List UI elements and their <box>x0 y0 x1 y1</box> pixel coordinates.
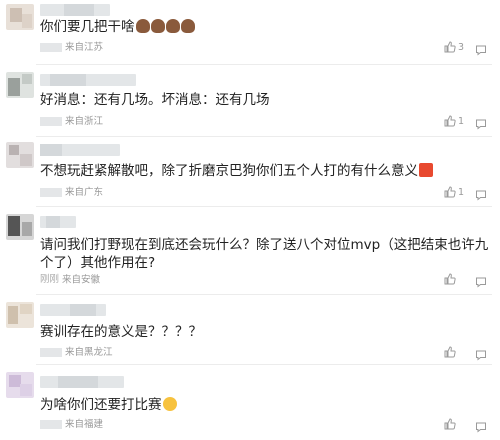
username[interactable] <box>40 144 120 156</box>
location-label: 来自江苏 <box>65 42 104 53</box>
comment-bubble-icon <box>476 119 486 130</box>
time-label <box>40 420 62 429</box>
comment-text: 赛训存在的意义是？？？？ <box>40 324 202 340</box>
thumb-up-icon <box>444 41 456 53</box>
comment-meta: 来自江苏 <box>40 41 103 55</box>
username[interactable] <box>40 74 136 86</box>
comment-text: 好消息：还有几场。坏消息：还有几场 <box>40 92 270 108</box>
poop-emoji-icon <box>165 19 180 33</box>
time-label: 刚刚 <box>40 274 60 285</box>
like-button[interactable]: 3 <box>444 41 466 55</box>
location-label: 来自广东 <box>65 187 104 198</box>
time-label <box>40 43 62 52</box>
like-button[interactable]: 1 <box>444 115 466 129</box>
divider <box>36 136 492 137</box>
gift-emoji-icon <box>419 163 433 177</box>
thumb-up-icon <box>444 273 456 285</box>
comment-meta: 来自广东 <box>40 186 103 200</box>
time-label <box>40 117 62 126</box>
comment-bubble-icon <box>476 190 486 201</box>
comment-bubble-icon <box>476 350 486 361</box>
location-label: 来自黑龙江 <box>65 347 113 358</box>
location-label: 来自安徽 <box>62 274 101 286</box>
like-button[interactable]: 1 <box>444 186 466 200</box>
comment-item: 赛训存在的意义是？？？？ 来自黑龙江 <box>0 298 500 364</box>
username[interactable] <box>40 376 124 388</box>
thumb-up-icon <box>444 186 456 198</box>
username[interactable] <box>40 304 106 316</box>
divider <box>36 294 492 295</box>
comment-item: 好消息：还有几场。坏消息：还有几场 来自浙江 1 <box>0 70 500 140</box>
reply-button[interactable] <box>475 346 489 361</box>
avatar[interactable] <box>6 142 34 168</box>
comment-item: 不想玩赶紧解散吧，除了折磨京巴狗你们五个人打的有什么意义 来自广东 1 <box>0 140 500 206</box>
divider <box>36 364 492 365</box>
poop-emoji-icon <box>135 19 150 33</box>
like-button[interactable] <box>444 273 466 287</box>
comment-bubble-icon <box>476 277 486 288</box>
comment-meta: 来自福建 <box>40 418 103 432</box>
comment-text-line2: 个了）其他作用在? <box>40 255 156 271</box>
reply-button[interactable] <box>475 41 489 56</box>
avatar[interactable] <box>6 4 34 30</box>
comment-meta: 来自黑龙江 <box>40 346 113 360</box>
comment-meta: 刚刚 来自安徽 <box>40 273 100 287</box>
divider <box>36 64 492 65</box>
comment-item: 你们要几把干啥 来自江苏 3 <box>0 0 500 70</box>
like-count: 1 <box>458 187 465 198</box>
thumb-up-icon <box>444 115 456 127</box>
username[interactable] <box>40 4 110 16</box>
comment-bubble-icon <box>476 45 486 56</box>
comment-text: 不想玩赶紧解散吧，除了折磨京巴狗你们五个人打的有什么意义 <box>40 161 433 182</box>
time-label <box>40 348 62 357</box>
like-count: 3 <box>458 42 465 53</box>
comment-bubble-icon <box>476 422 486 433</box>
location-label: 来自福建 <box>65 419 104 430</box>
comment-item: 请问我们打野现在到底还会玩什么？除了送八个对位mvp（这把结束也许九 个了）其他… <box>0 210 500 296</box>
thumb-up-icon <box>444 418 456 430</box>
reply-button[interactable] <box>475 115 489 130</box>
face-emoji-icon <box>162 397 177 411</box>
comment-text: 为啥你们还要打比赛 <box>40 395 177 416</box>
comment-meta: 来自浙江 <box>40 115 103 129</box>
avatar[interactable] <box>6 372 34 398</box>
reply-button[interactable] <box>475 186 489 201</box>
avatar[interactable] <box>6 72 34 98</box>
comment-item: 为啥你们还要打比赛 来自福建 <box>0 368 500 440</box>
avatar[interactable] <box>6 302 34 328</box>
poop-emoji-icon <box>150 19 165 33</box>
like-button[interactable] <box>444 418 466 432</box>
username[interactable] <box>40 216 76 228</box>
comment-text: 你们要几把干啥 <box>40 17 195 38</box>
divider <box>36 206 492 207</box>
avatar[interactable] <box>6 214 34 240</box>
like-count: 1 <box>458 116 465 127</box>
location-label: 来自浙江 <box>65 116 104 127</box>
comment-list: 你们要几把干啥 来自江苏 3 好消息：还有几场。坏消息：还有几场 来自浙江 1 <box>0 0 500 440</box>
thumb-up-icon <box>444 346 456 358</box>
like-button[interactable] <box>444 346 466 360</box>
reply-button[interactable] <box>475 418 489 433</box>
time-label <box>40 188 62 197</box>
poop-emoji-icon <box>180 19 195 33</box>
reply-button[interactable] <box>475 273 489 288</box>
